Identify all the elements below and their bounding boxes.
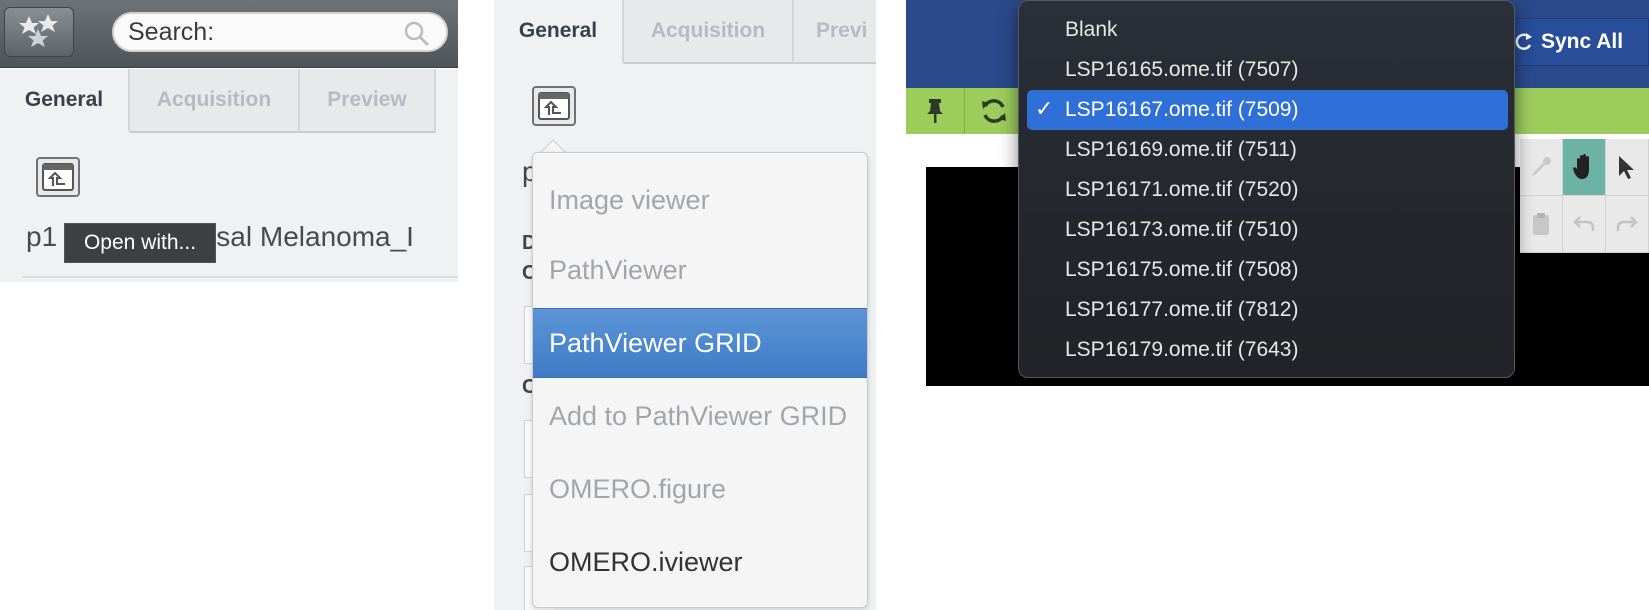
- sync-icon: [1515, 33, 1532, 50]
- tab-general[interactable]: General: [494, 0, 624, 64]
- search-icon[interactable]: [402, 19, 432, 49]
- undo-icon: [1573, 216, 1595, 231]
- dropdown-option[interactable]: LSP16173.ome.tif (7510): [1027, 210, 1508, 250]
- panel-open-with-menu: General Acquisition Previ p D C C Image …: [494, 0, 876, 610]
- name-divider: [22, 276, 458, 278]
- dropdown-option[interactable]: LSP16165.ome.tif (7507): [1027, 50, 1508, 90]
- undo-tool[interactable]: [1563, 196, 1606, 253]
- dropdown-option[interactable]: Blank: [1027, 10, 1508, 50]
- tab-bar: General Acquisition Preview: [0, 69, 436, 133]
- dropdown-option-selected[interactable]: ✓ LSP16167.ome.tif (7509): [1027, 90, 1508, 130]
- panel-webclient-header: Search: General Acquisition Preview p1 ou…: [0, 0, 458, 282]
- tab-general[interactable]: General: [0, 69, 130, 133]
- checkmark-icon: ✓: [1035, 96, 1054, 121]
- dropdown-option-label: LSP16167.ome.tif (7509): [1065, 98, 1299, 121]
- redo-tool[interactable]: [1606, 196, 1649, 253]
- tab-bar: General Acquisition Previ: [494, 0, 876, 64]
- open-with-button[interactable]: [532, 86, 576, 126]
- top-bar: Search:: [0, 0, 458, 68]
- menu-item-pathviewer[interactable]: PathViewer: [533, 235, 867, 305]
- pointer-tool[interactable]: [1606, 139, 1649, 196]
- menu-item-omero-figure[interactable]: OMERO.figure: [533, 454, 867, 524]
- dropdown-option[interactable]: LSP16175.ome.tif (7508): [1027, 250, 1508, 290]
- sync-all-button[interactable]: Sync All: [1502, 18, 1649, 66]
- tab-preview[interactable]: Previ: [794, 0, 876, 64]
- pointer-icon: [1619, 156, 1634, 179]
- menu-item-omero-iviewer[interactable]: OMERO.iviewer: [533, 527, 867, 597]
- image-name-end: ousal Melanoma_I: [185, 221, 414, 252]
- hand-tool[interactable]: [1563, 139, 1606, 196]
- panel-pathviewer-grid: Sync All Blank LSP16165.ome.tif (7507) ✓…: [906, 0, 1649, 386]
- dropdown-option[interactable]: LSP16169.ome.tif (7511): [1027, 130, 1508, 170]
- open-with-icon: [42, 163, 74, 191]
- search-input[interactable]: Search:: [112, 12, 448, 52]
- tab-acquisition[interactable]: Acquisition: [130, 69, 300, 133]
- menu-item-image-viewer[interactable]: Image viewer: [533, 165, 867, 235]
- stars-logo-icon: [19, 14, 58, 47]
- dropdown-option[interactable]: LSP16171.ome.tif (7520): [1027, 170, 1508, 210]
- omero-logo-button[interactable]: [4, 7, 74, 57]
- hand-icon: [1573, 154, 1589, 179]
- dropdown-option[interactable]: LSP16179.ome.tif (7643): [1027, 330, 1508, 370]
- search-placeholder: Search:: [128, 17, 215, 46]
- tab-acquisition[interactable]: Acquisition: [624, 0, 794, 64]
- open-with-tooltip: Open with...: [64, 223, 216, 263]
- eyedropper-tool[interactable]: [1520, 139, 1563, 196]
- sync-all-label: Sync All: [1541, 30, 1624, 53]
- refresh-button[interactable]: [964, 88, 1022, 134]
- clipboard-tool[interactable]: [1520, 196, 1563, 253]
- clipboard-icon: [1533, 213, 1549, 235]
- dropdown-option[interactable]: LSP16177.ome.tif (7812): [1027, 290, 1508, 330]
- open-with-menu: Image viewer PathViewer PathViewer GRID …: [532, 152, 868, 608]
- open-with-icon: [538, 92, 570, 120]
- eyedropper-icon: [1532, 157, 1551, 176]
- tool-palette: [1520, 139, 1649, 253]
- menu-item-add-to-pathviewer-grid[interactable]: Add to PathViewer GRID: [533, 381, 867, 451]
- tab-preview[interactable]: Preview: [300, 69, 436, 133]
- menu-item-pathviewer-grid[interactable]: PathViewer GRID: [533, 308, 867, 378]
- pin-icon: [927, 99, 943, 123]
- open-with-button[interactable]: [36, 157, 80, 197]
- redo-icon: [1616, 216, 1638, 231]
- image-select-dropdown: Blank LSP16165.ome.tif (7507) ✓ LSP16167…: [1018, 0, 1515, 378]
- image-name-start: p1: [26, 221, 58, 252]
- refresh-icon: [981, 99, 1006, 123]
- pin-button[interactable]: [906, 88, 964, 134]
